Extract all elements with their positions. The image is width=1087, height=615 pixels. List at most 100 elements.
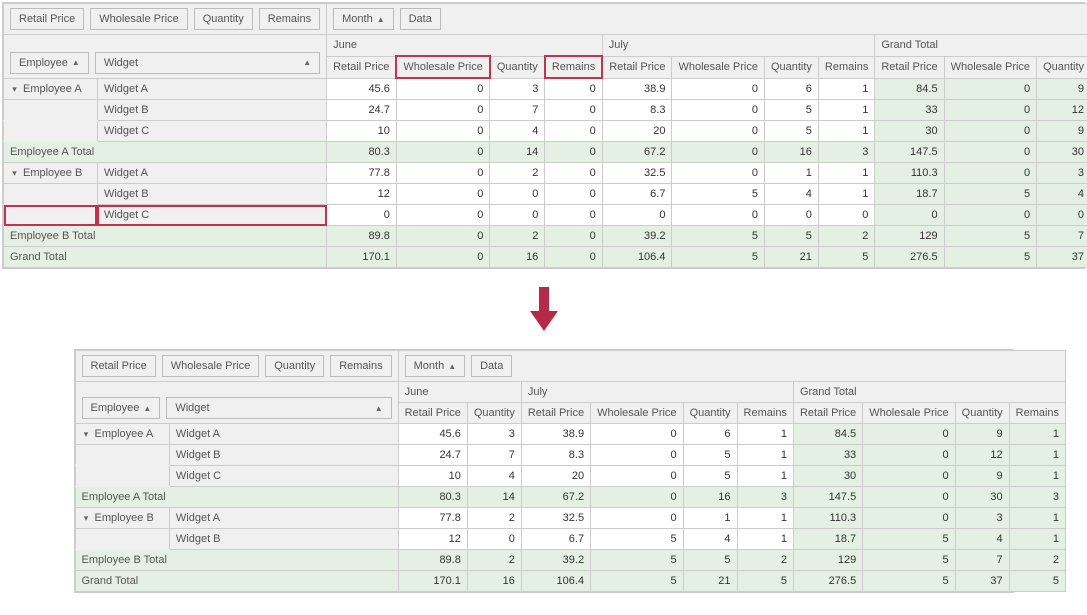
data-cell[interactable]: 5 — [944, 184, 1036, 205]
data-cell[interactable]: 0 — [944, 78, 1036, 100]
data-cell[interactable]: 38.9 — [602, 78, 672, 100]
col-june[interactable]: June — [327, 35, 603, 57]
data-cell[interactable]: 7 — [955, 550, 1009, 571]
row-employee-empty[interactable] — [4, 184, 98, 205]
row-total-label[interactable]: Grand Total — [75, 571, 398, 592]
data-cell[interactable]: 5 — [764, 121, 818, 142]
data-cell[interactable]: 2 — [467, 508, 521, 529]
data-cell[interactable]: 1 — [818, 78, 874, 100]
field-widget-b[interactable]: Widget▲ — [166, 397, 391, 419]
data-cell[interactable]: 0 — [591, 487, 683, 508]
row-employee[interactable]: ▾Employee B — [4, 163, 98, 184]
col-june-r[interactable]: Remains — [545, 56, 602, 78]
data-cell[interactable]: 9 — [955, 466, 1009, 487]
row-widget[interactable]: Widget B — [97, 100, 326, 121]
field-data[interactable]: Data — [400, 8, 441, 30]
data-cell[interactable]: 1 — [818, 163, 874, 184]
data-cell[interactable]: 0 — [863, 487, 955, 508]
data-cell[interactable]: 8.3 — [521, 445, 590, 466]
data-cell[interactable]: 1 — [737, 445, 793, 466]
data-cell[interactable]: 0 — [863, 508, 955, 529]
data-cell[interactable]: 0 — [818, 205, 874, 226]
column-field-area-b[interactable]: Month▲ Data — [405, 355, 1059, 377]
data-cell[interactable]: 0 — [396, 205, 489, 226]
collapse-icon[interactable]: ▾ — [82, 513, 91, 524]
col-june-q[interactable]: Quantity — [490, 56, 545, 78]
data-cell[interactable]: 5 — [672, 226, 764, 247]
data-cell[interactable]: 276.5 — [875, 247, 944, 268]
row-employee-empty[interactable] — [4, 100, 98, 121]
data-cell[interactable]: 1 — [1009, 445, 1065, 466]
row-total-label[interactable]: Grand Total — [4, 247, 327, 268]
col-july-wp[interactable]: Wholesale Price — [672, 56, 764, 78]
col-july-q[interactable]: Quantity — [764, 56, 818, 78]
data-cell[interactable]: 1 — [1009, 529, 1065, 550]
data-cell[interactable]: 6 — [683, 424, 737, 445]
row-employee[interactable]: ▾Employee B — [75, 508, 169, 529]
data-cell[interactable]: 0 — [863, 445, 955, 466]
data-cell[interactable]: 38.9 — [521, 424, 590, 445]
data-cell[interactable]: 12 — [398, 529, 467, 550]
data-cell[interactable]: 5 — [863, 571, 955, 592]
data-cell[interactable]: 0 — [467, 529, 521, 550]
row-widget[interactable]: Widget B — [97, 184, 326, 205]
data-cell[interactable]: 3 — [490, 78, 545, 100]
col-july-r[interactable]: Remains — [818, 56, 874, 78]
field-wholesale-price-b[interactable]: Wholesale Price — [162, 355, 259, 377]
col-june-rp-b[interactable]: Retail Price — [398, 403, 467, 424]
data-cell[interactable]: 77.8 — [398, 508, 467, 529]
data-cell[interactable]: 2 — [490, 163, 545, 184]
data-cell[interactable]: 1 — [818, 100, 874, 121]
data-cell[interactable]: 5 — [764, 226, 818, 247]
data-cell[interactable]: 1 — [1009, 424, 1065, 445]
data-cell[interactable]: 0 — [490, 205, 545, 226]
data-cell[interactable]: 45.6 — [327, 78, 397, 100]
data-cell[interactable]: 9 — [1037, 78, 1087, 100]
data-cell[interactable]: 0 — [672, 142, 764, 163]
data-cell[interactable]: 89.8 — [327, 226, 397, 247]
row-employee-empty[interactable] — [75, 445, 169, 466]
data-cell[interactable]: 110.3 — [875, 163, 944, 184]
data-cell[interactable]: 12 — [327, 184, 397, 205]
data-cell[interactable]: 6.7 — [602, 184, 672, 205]
data-cell[interactable]: 16 — [467, 571, 521, 592]
data-cell[interactable]: 0 — [545, 100, 602, 121]
data-cell[interactable]: 5 — [683, 550, 737, 571]
data-cell[interactable]: 30 — [955, 487, 1009, 508]
row-widget[interactable]: Widget A — [97, 78, 326, 100]
field-wholesale-price[interactable]: Wholesale Price — [90, 8, 187, 30]
field-month-b[interactable]: Month▲ — [405, 355, 466, 377]
data-cell[interactable]: 0 — [396, 184, 489, 205]
data-cell[interactable]: 0 — [591, 466, 683, 487]
data-cell[interactable]: 1 — [1009, 466, 1065, 487]
data-cell[interactable]: 5 — [591, 550, 683, 571]
col-gt-wp[interactable]: Wholesale Price — [944, 56, 1036, 78]
data-cell[interactable]: 12 — [955, 445, 1009, 466]
data-cell[interactable]: 18.7 — [875, 184, 944, 205]
collapse-icon[interactable]: ▾ — [10, 84, 19, 95]
data-cell[interactable]: 0 — [545, 121, 602, 142]
data-cell[interactable]: 2 — [1009, 550, 1065, 571]
data-cell[interactable]: 6.7 — [521, 529, 590, 550]
data-cell[interactable]: 37 — [955, 571, 1009, 592]
row-widget[interactable]: Widget A — [169, 424, 398, 445]
data-cell[interactable]: 0 — [591, 424, 683, 445]
data-cell[interactable]: 20 — [521, 466, 590, 487]
data-cell[interactable]: 1 — [737, 424, 793, 445]
data-cell[interactable]: 4 — [490, 121, 545, 142]
data-cell[interactable]: 3 — [1037, 163, 1087, 184]
row-widget[interactable]: Widget B — [169, 529, 398, 550]
data-cell[interactable]: 33 — [875, 100, 944, 121]
col-grand-total[interactable]: Grand Total — [875, 35, 1087, 57]
data-cell[interactable]: 9 — [1037, 121, 1087, 142]
data-cell[interactable]: 16 — [683, 487, 737, 508]
data-cell[interactable]: 0 — [327, 205, 397, 226]
data-cell[interactable]: 170.1 — [398, 571, 467, 592]
data-cell[interactable]: 5 — [591, 571, 683, 592]
data-cell[interactable]: 5 — [1009, 571, 1065, 592]
col-june-q-b[interactable]: Quantity — [467, 403, 521, 424]
data-cell[interactable]: 0 — [944, 205, 1036, 226]
data-cell[interactable]: 8.3 — [602, 100, 672, 121]
data-cell[interactable]: 6 — [764, 78, 818, 100]
data-cell[interactable]: 7 — [1037, 226, 1087, 247]
